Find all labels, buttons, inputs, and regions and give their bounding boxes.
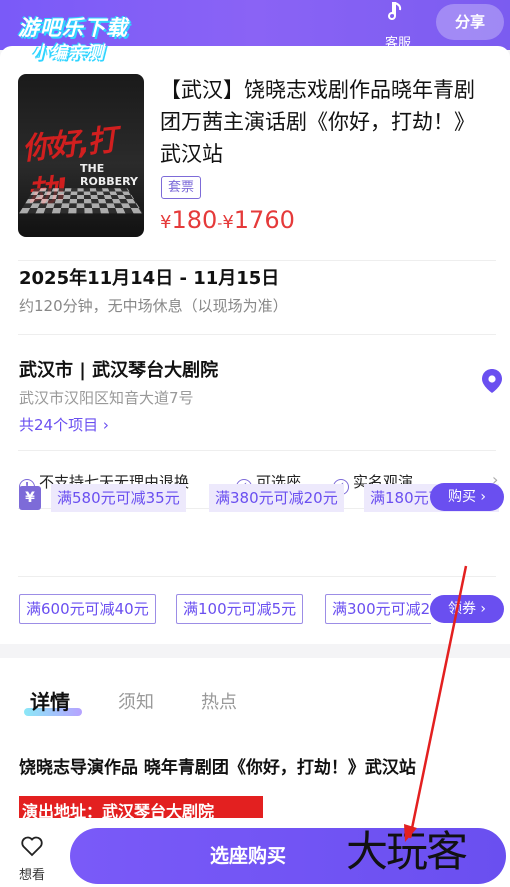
divider (18, 334, 496, 335)
yen-icon: ¥ (19, 486, 41, 510)
detail-headline: 饶晓志导演作品 晓年青剧团《你好，打劫！》武汉站 (19, 758, 416, 778)
show-info-card: 你好,打劫! THE ROBBERY 【武汉】饶晓志戏剧作品晓年青剧团万茜主演话… (0, 46, 510, 644)
show-date: 2025年11月14日 - 11月15日 (19, 268, 280, 289)
detail-red-band: 演出地址：武汉琴台大剧院 (19, 796, 263, 818)
venue-projects-link[interactable]: 共24个项目 › (19, 414, 109, 435)
buy-button[interactable]: 购买 › (430, 483, 504, 511)
heart-icon (20, 834, 44, 858)
coupon-chip[interactable]: 满300元可减20元 (325, 594, 431, 624)
poster-chessboard (19, 188, 143, 214)
claim-coupon-button[interactable]: 领券 › (430, 595, 504, 623)
discount-chip: 满580元可减35元 (51, 484, 186, 512)
venue-name[interactable]: 武汉市 | 武汉琴台大剧院 (19, 356, 218, 382)
brand-watermark: 大玩客 (346, 827, 468, 876)
coupon-chip[interactable]: 满100元可减5元 (176, 594, 304, 624)
coupon-row: 满600元可减40元 满100元可减5元 满300元可减20元 (19, 594, 431, 626)
tab-hot[interactable]: 热点 (201, 688, 237, 714)
price-currency-2: ¥ (222, 212, 234, 233)
price-high: 1760 (233, 206, 295, 234)
package-tag: 套票 (161, 176, 202, 199)
page: 游吧乐下载 客服 分享 小编亲测 你好,打劫! THE ROBBERY 【武汉】… (0, 0, 510, 887)
tab-notice[interactable]: 须知 (118, 688, 154, 714)
show-duration: 约120分钟，无中场休息（以现场为准） (19, 297, 288, 315)
divider (18, 450, 496, 451)
price-range: ¥180-¥1760 (160, 206, 295, 234)
want-label: 想看 (18, 868, 45, 883)
watermark-logo-line2: 小编亲测 (32, 43, 104, 63)
show-title: 【武汉】饶晓志戏剧作品晓年青剧团万茜主演话剧《你好，打劫！》武汉站 (160, 78, 475, 166)
want-to-see-button[interactable]: 想看 (14, 834, 50, 883)
price-low: 180 (171, 206, 218, 234)
discount-chip: 满380元可减20元 (209, 484, 344, 512)
divider (18, 260, 496, 261)
venue-address[interactable]: 武汉市汉阳区知音大道7号 (19, 387, 194, 408)
location-pin-icon[interactable] (480, 368, 504, 394)
music-note-icon (378, 0, 418, 28)
price-currency: ¥ (160, 212, 172, 233)
customer-service-button[interactable]: 客服 (378, 0, 418, 51)
poster-subtitle: THE ROBBERY (80, 162, 138, 188)
share-button[interactable]: 分享 (436, 4, 504, 40)
coupon-chip[interactable]: 满600元可减40元 (19, 594, 156, 624)
divider (18, 576, 496, 577)
tab-details[interactable]: 详情 (30, 686, 70, 715)
show-poster[interactable]: 你好,打劫! THE ROBBERY (18, 74, 144, 237)
